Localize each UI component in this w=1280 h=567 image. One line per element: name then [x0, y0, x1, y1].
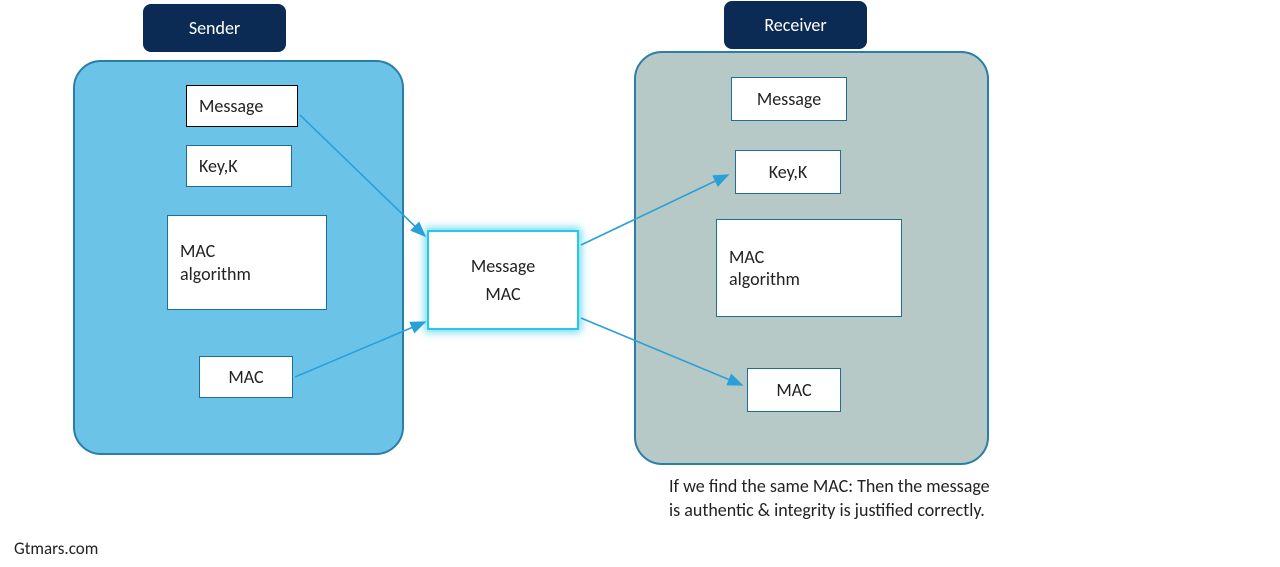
- sender-message-box: Message: [186, 85, 298, 127]
- receiver-mac-box: MAC: [747, 368, 841, 412]
- receiver-key-box: Key,K: [735, 150, 841, 194]
- sender-alg-line2: algorithm: [180, 263, 251, 286]
- sender-alg-box: MAC algorithm: [167, 215, 327, 310]
- sender-key-label: Key,K: [199, 155, 238, 178]
- center-message-mac-box: Message MAC: [427, 230, 579, 330]
- receiver-key-label: Key,K: [769, 161, 808, 184]
- center-line1: Message: [471, 255, 535, 277]
- footer-credit: Gtmars.com: [14, 538, 98, 559]
- center-line2: MAC: [485, 283, 520, 305]
- header-sender: Sender: [143, 4, 286, 52]
- receiver-message-box: Message: [731, 77, 847, 121]
- sender-mac-box: MAC: [199, 356, 293, 398]
- caption-text: If we find the same MAC: Then the messag…: [669, 474, 999, 523]
- header-receiver: Receiver: [724, 1, 867, 49]
- sender-mac-label: MAC: [228, 366, 263, 389]
- receiver-alg-line1: MAC: [729, 246, 764, 269]
- sender-alg-line1: MAC: [180, 240, 215, 263]
- sender-key-box: Key,K: [186, 145, 292, 187]
- receiver-message-label: Message: [757, 88, 821, 111]
- receiver-mac-label: MAC: [776, 379, 811, 402]
- receiver-alg-line2: algorithm: [729, 268, 800, 291]
- receiver-alg-box: MAC algorithm: [716, 219, 902, 317]
- sender-message-label: Message: [199, 95, 263, 118]
